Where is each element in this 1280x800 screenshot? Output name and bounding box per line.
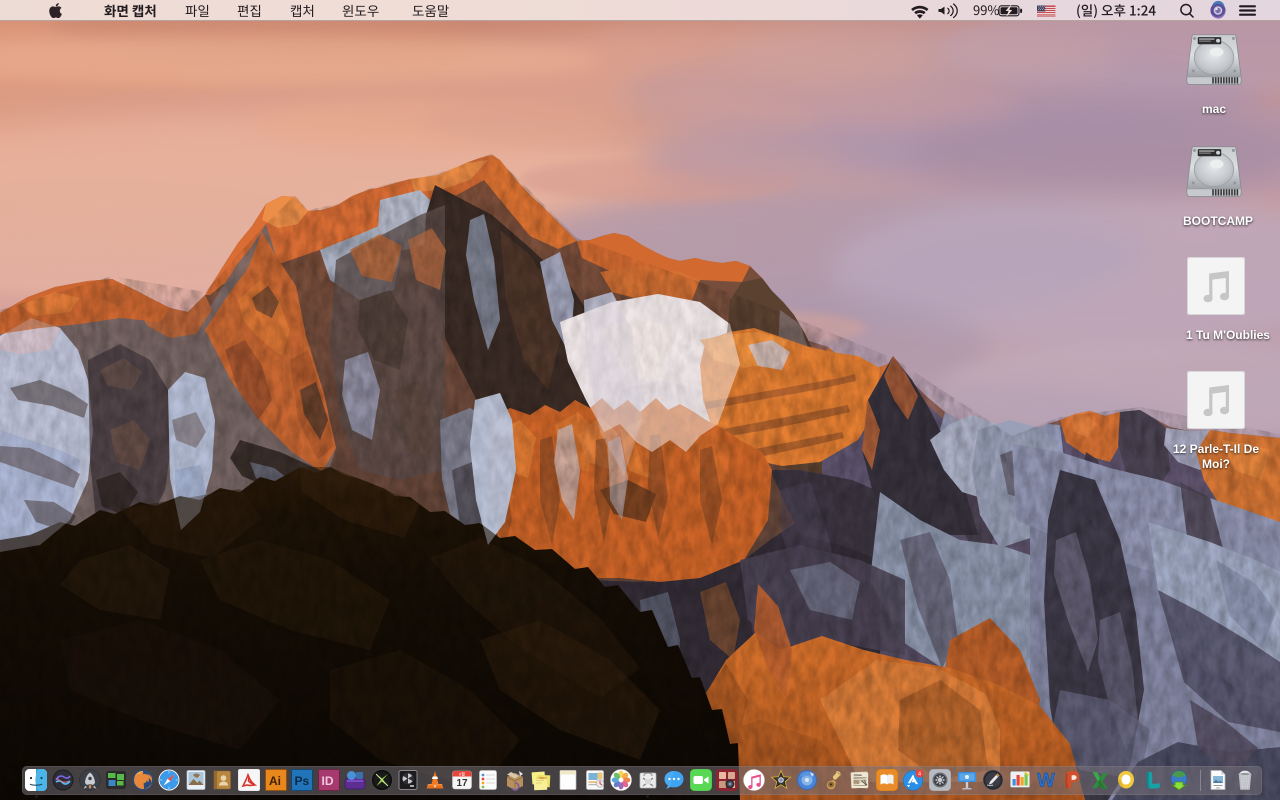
svg-text:Ai: Ai xyxy=(269,774,281,788)
svg-text:4: 4 xyxy=(918,771,921,777)
svg-text:JPG: JPG xyxy=(1216,787,1221,790)
svg-text:6월: 6월 xyxy=(459,771,465,777)
svg-text:17: 17 xyxy=(456,778,468,789)
svg-text:Mgmt: Mgmt xyxy=(539,776,547,780)
svg-text:Ps: Ps xyxy=(295,774,310,788)
svg-text:ID: ID xyxy=(321,774,333,788)
svg-text:W: W xyxy=(1037,771,1055,792)
